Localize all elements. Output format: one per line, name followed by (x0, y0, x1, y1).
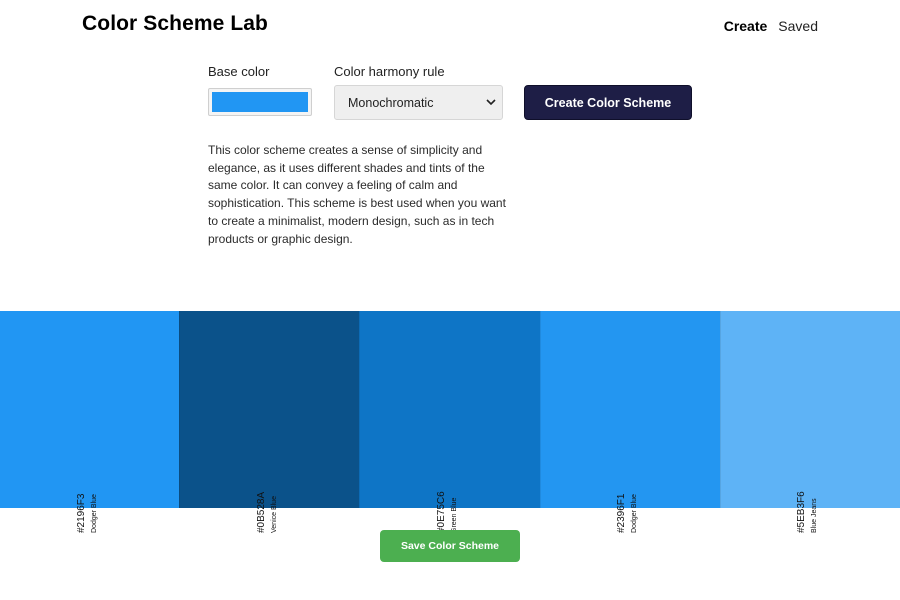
color-name: Dodger Blue (90, 494, 98, 533)
harmony-rule-label: Color harmony rule (334, 64, 445, 79)
color-name: Blue Jeans (811, 498, 819, 533)
page: Color Scheme Lab Create Saved Base color… (0, 0, 900, 600)
color-block[interactable]: #2396F1 Dodger Blue (539, 311, 720, 533)
base-color-swatch (212, 92, 308, 112)
app-title: Color Scheme Lab (82, 12, 268, 35)
color-hex: #0E75C6 (436, 491, 447, 533)
color-block[interactable]: #2196F3 Dodger Blue (0, 311, 180, 533)
create-color-scheme-button[interactable]: Create Color Scheme (524, 85, 692, 120)
color-name: Green Blue (451, 497, 458, 533)
color-block[interactable]: #0E75C6 Green Blue (359, 311, 540, 533)
harmony-rule-selected: Monochromatic (348, 95, 434, 110)
top-nav: Create Saved (724, 18, 818, 34)
color-hex: #0B528A (255, 491, 267, 533)
color-hex: #2396F1 (616, 493, 628, 533)
scheme-description: This color scheme creates a sense of sim… (208, 143, 506, 246)
nav-create[interactable]: Create (724, 18, 768, 34)
controls: Base color Color harmony rule Monochroma… (208, 64, 708, 124)
base-color-label: Base color (208, 64, 270, 79)
color-hex: #2196F3 (75, 493, 87, 533)
color-palette: #2196F3 Dodger Blue #0B528A Venice Blue … (0, 311, 900, 533)
chevron-down-icon (486, 99, 496, 106)
color-block[interactable]: #5EB3F6 Blue Jeans (719, 311, 900, 533)
color-name: Dodger Blue (631, 494, 639, 533)
save-color-scheme-button[interactable]: Save Color Scheme (380, 530, 520, 562)
harmony-rule-select[interactable]: Monochromatic (334, 85, 503, 120)
color-block[interactable]: #0B528A Venice Blue (179, 311, 360, 533)
color-hex: #5EB3F6 (796, 491, 808, 533)
nav-saved[interactable]: Saved (778, 18, 818, 34)
color-name: Venice Blue (270, 496, 278, 533)
base-color-picker[interactable] (208, 88, 312, 116)
